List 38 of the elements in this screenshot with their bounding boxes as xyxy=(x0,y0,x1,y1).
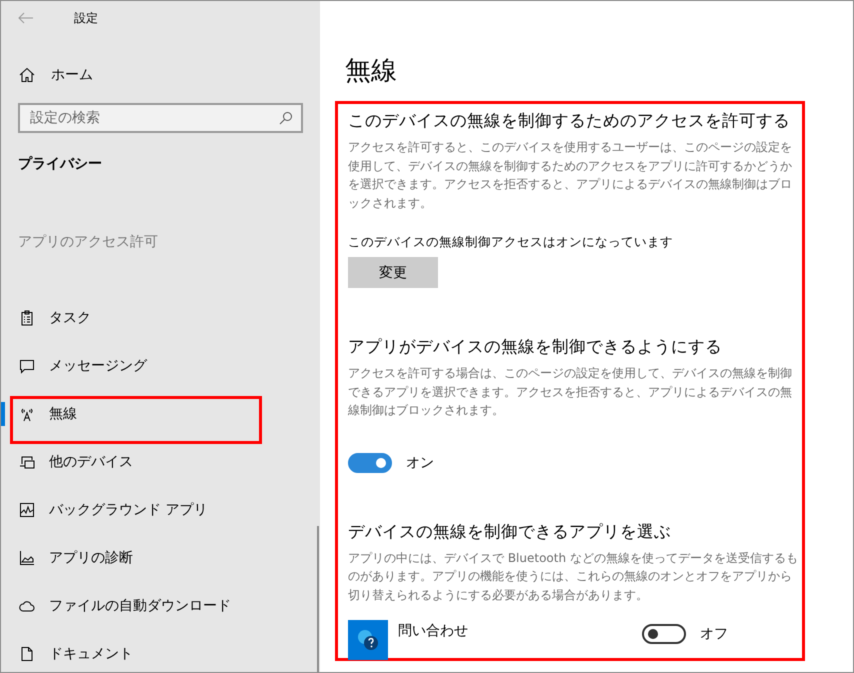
sidebar-item[interactable]: ドキュメント xyxy=(1,630,320,672)
section-description: アクセスを許可する場合は、このページの設定を使用して、デバイスの無線を制御できるアプリを選択できます。アクセスを拒否すると、アプリによるデバイスの無線制御はブロックされます。 xyxy=(348,365,793,419)
home-icon xyxy=(19,67,35,83)
search-icon xyxy=(279,111,293,125)
section-description: アクセスを許可すると、このデバイスを使用するユーザーは、このページの設定を使用して、デバイスの無線を制御するためのアクセスをアプリに許可するかどうかを選択できます。アクセスを拒否すると、アプリによるデバイスの無線制御はブロックされます。 xyxy=(348,139,793,212)
message-icon xyxy=(19,358,35,374)
scrollbar[interactable] xyxy=(317,526,319,672)
search-field[interactable]: 設定の検索 xyxy=(18,103,303,133)
diagnostics-icon xyxy=(19,550,35,566)
sidebar-item[interactable]: 無線 xyxy=(1,390,320,438)
sidebar-item[interactable]: バックグラウンド アプリ xyxy=(1,486,320,534)
window-title: 設定 xyxy=(74,10,98,26)
sidebar-item[interactable]: メッセージング xyxy=(1,342,320,390)
sidebar-item[interactable]: タスク xyxy=(1,294,320,342)
home-label: ホーム xyxy=(51,66,93,84)
section-heading: このデバイスの無線を制御するためのアクセスを許可する xyxy=(348,110,790,132)
change-button[interactable]: 変更 xyxy=(348,257,438,288)
devices-icon xyxy=(19,454,35,470)
app-name: 問い合わせ xyxy=(398,622,469,641)
back-icon[interactable] xyxy=(18,12,34,24)
section-heading: デバイスの無線を制御できるアプリを選ぶ xyxy=(348,520,671,542)
sidebar-item[interactable]: 他のデバイス xyxy=(1,438,320,486)
radio-icon xyxy=(19,406,35,422)
toggle-switch[interactable] xyxy=(642,624,686,644)
toggle-switch[interactable] xyxy=(348,452,392,472)
section-title: プライバシー xyxy=(18,155,103,173)
page-title: 無線 xyxy=(345,55,398,85)
toggle-label: オフ xyxy=(700,625,728,643)
toggle-label: オン xyxy=(406,454,434,472)
sidebar-item[interactable]: アプリの診断 xyxy=(1,534,320,582)
task-icon xyxy=(19,310,35,326)
home-link[interactable]: ホーム xyxy=(19,57,320,93)
status-text: このデバイスの無線制御アクセスはオンになっています xyxy=(348,234,674,251)
section-description: アプリの中には、デバイスで Bluetooth などの無線を使ってデータを送受信するものがあります。アプリの機能を使うには、これらの無線のオンとオフをアプリから切り替えられるようにする必要がある場合があります。 xyxy=(348,550,799,604)
sidebar-item[interactable]: ファイルの自動ダウンロード xyxy=(1,582,320,630)
section-heading: アプリがデバイスの無線を制御できるようにする xyxy=(348,336,722,358)
group-label: アプリのアクセス許可 xyxy=(18,233,159,251)
document-icon xyxy=(19,646,35,662)
